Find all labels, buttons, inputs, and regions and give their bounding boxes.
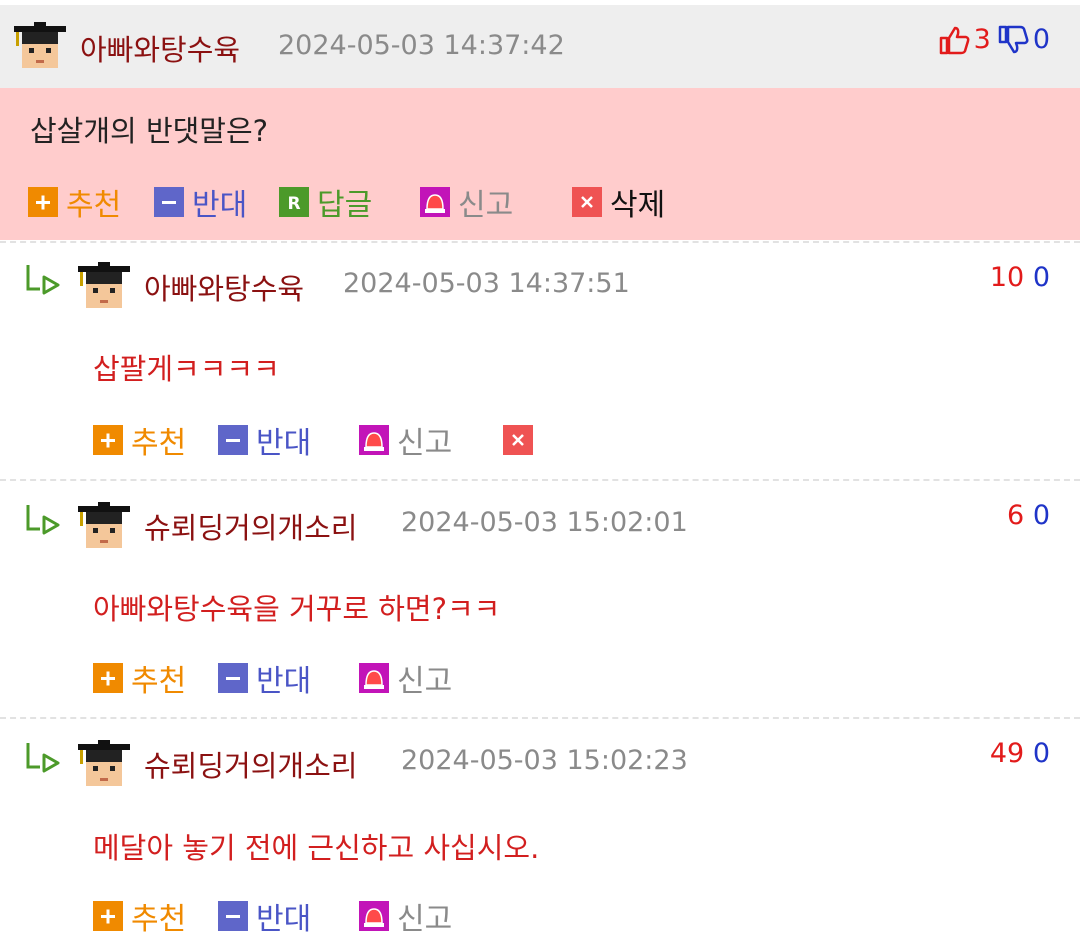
reply-arrow-icon xyxy=(26,265,60,295)
comment-text: 메달아 놓기 전에 근신하고 사십시오. xyxy=(93,831,540,865)
svg-text:R: R xyxy=(287,194,300,214)
upvote-count[interactable]: 6 xyxy=(1007,500,1024,531)
comment-date: 2024-05-03 15:02:23 xyxy=(401,745,688,776)
username[interactable]: 아빠와탕수육 xyxy=(80,27,240,69)
close-icon xyxy=(572,187,602,217)
vote-counts: 6 0 xyxy=(1007,500,1050,531)
downvote-count[interactable]: 0 xyxy=(1033,738,1050,769)
recommend-button[interactable]: 추천 xyxy=(93,658,187,699)
recommend-label: 추천 xyxy=(131,664,187,699)
recommend-label: 추천 xyxy=(131,902,187,937)
siren-icon xyxy=(359,901,389,931)
vote-counts: 10 0 xyxy=(990,262,1050,293)
delete-button[interactable]: 삭제 xyxy=(572,182,666,223)
comment-actions: 추천 반대 신고 xyxy=(93,896,493,937)
username[interactable]: 아빠와탕수육 xyxy=(144,266,304,308)
oppose-label: 반대 xyxy=(256,664,312,699)
user-avatar-icon[interactable] xyxy=(78,498,130,550)
thumbs-down-icon[interactable] xyxy=(997,25,1029,55)
report-label: 신고 xyxy=(397,426,453,461)
report-button[interactable]: 신고 xyxy=(420,182,514,223)
plus-icon xyxy=(28,187,58,217)
upvote-count: 3 xyxy=(973,24,991,55)
close-icon xyxy=(503,425,533,455)
oppose-button[interactable]: 반대 xyxy=(218,420,312,461)
comment-date: 2024-05-03 15:02:01 xyxy=(401,507,688,538)
report-label: 신고 xyxy=(397,664,453,699)
minus-icon xyxy=(154,187,184,217)
downvote-count[interactable]: 0 xyxy=(1033,262,1050,293)
minus-icon xyxy=(218,425,248,455)
recommend-button[interactable]: 추천 xyxy=(93,420,187,461)
username[interactable]: 슈뢰딩거의개소리 xyxy=(144,505,357,547)
plus-icon xyxy=(93,901,123,931)
delete-button[interactable] xyxy=(503,420,541,460)
reply-label: 답글 xyxy=(317,188,373,223)
oppose-label: 반대 xyxy=(256,426,312,461)
reply-r-icon: R xyxy=(279,187,309,217)
downvote-count[interactable]: 0 xyxy=(1033,500,1050,531)
oppose-label: 반대 xyxy=(256,902,312,937)
username[interactable]: 슈뢰딩거의개소리 xyxy=(144,743,357,785)
report-label: 신고 xyxy=(397,902,453,937)
oppose-label: 반대 xyxy=(192,188,248,223)
oppose-button[interactable]: 반대 xyxy=(218,896,312,937)
siren-icon xyxy=(359,663,389,693)
minus-icon xyxy=(218,901,248,931)
recommend-button[interactable]: 추천 xyxy=(93,896,187,937)
divider xyxy=(0,717,1080,719)
siren-icon xyxy=(420,187,450,217)
user-avatar-icon[interactable] xyxy=(78,736,130,788)
comment-actions: 추천 반대 R 답글 신고 삭제 xyxy=(28,182,728,223)
vote-counts: 49 0 xyxy=(990,738,1050,769)
user-avatar-icon[interactable] xyxy=(14,18,66,70)
delete-label: 삭제 xyxy=(610,188,666,223)
comment-actions: 추천 반대 신고 xyxy=(93,420,593,461)
thumbs-up-icon[interactable] xyxy=(938,25,970,55)
comment-actions: 추천 반대 신고 xyxy=(93,658,493,699)
plus-icon xyxy=(93,663,123,693)
divider xyxy=(0,479,1080,481)
report-label: 신고 xyxy=(458,188,514,223)
recommend-button[interactable]: 추천 xyxy=(28,182,122,223)
reply-arrow-icon xyxy=(26,743,60,773)
recommend-label: 추천 xyxy=(131,426,187,461)
reply-button[interactable]: R 답글 xyxy=(279,182,373,223)
siren-icon xyxy=(359,425,389,455)
vote-counts: 3 0 xyxy=(938,24,1050,55)
comment-text: 삽팔게ㅋㅋㅋㅋ xyxy=(93,352,280,386)
user-avatar-icon[interactable] xyxy=(78,258,130,310)
divider xyxy=(0,241,1080,243)
report-button[interactable]: 신고 xyxy=(359,658,453,699)
downvote-count: 0 xyxy=(1032,24,1050,55)
minus-icon xyxy=(218,663,248,693)
comment-date: 2024-05-03 14:37:42 xyxy=(278,30,565,61)
upvote-count[interactable]: 10 xyxy=(990,262,1024,293)
oppose-button[interactable]: 반대 xyxy=(154,182,248,223)
oppose-button[interactable]: 반대 xyxy=(218,658,312,699)
recommend-label: 추천 xyxy=(66,188,122,223)
upvote-count[interactable]: 49 xyxy=(990,738,1024,769)
report-button[interactable]: 신고 xyxy=(359,896,453,937)
comment-date: 2024-05-03 14:37:51 xyxy=(343,268,630,299)
comment-text: 아빠와탕수육을 거꾸로 하면?ㅋㅋ xyxy=(93,592,501,626)
report-button[interactable]: 신고 xyxy=(359,420,453,461)
plus-icon xyxy=(93,425,123,455)
reply-arrow-icon xyxy=(26,505,60,535)
comment-text: 삽살개의 반댓말은? xyxy=(30,114,269,148)
